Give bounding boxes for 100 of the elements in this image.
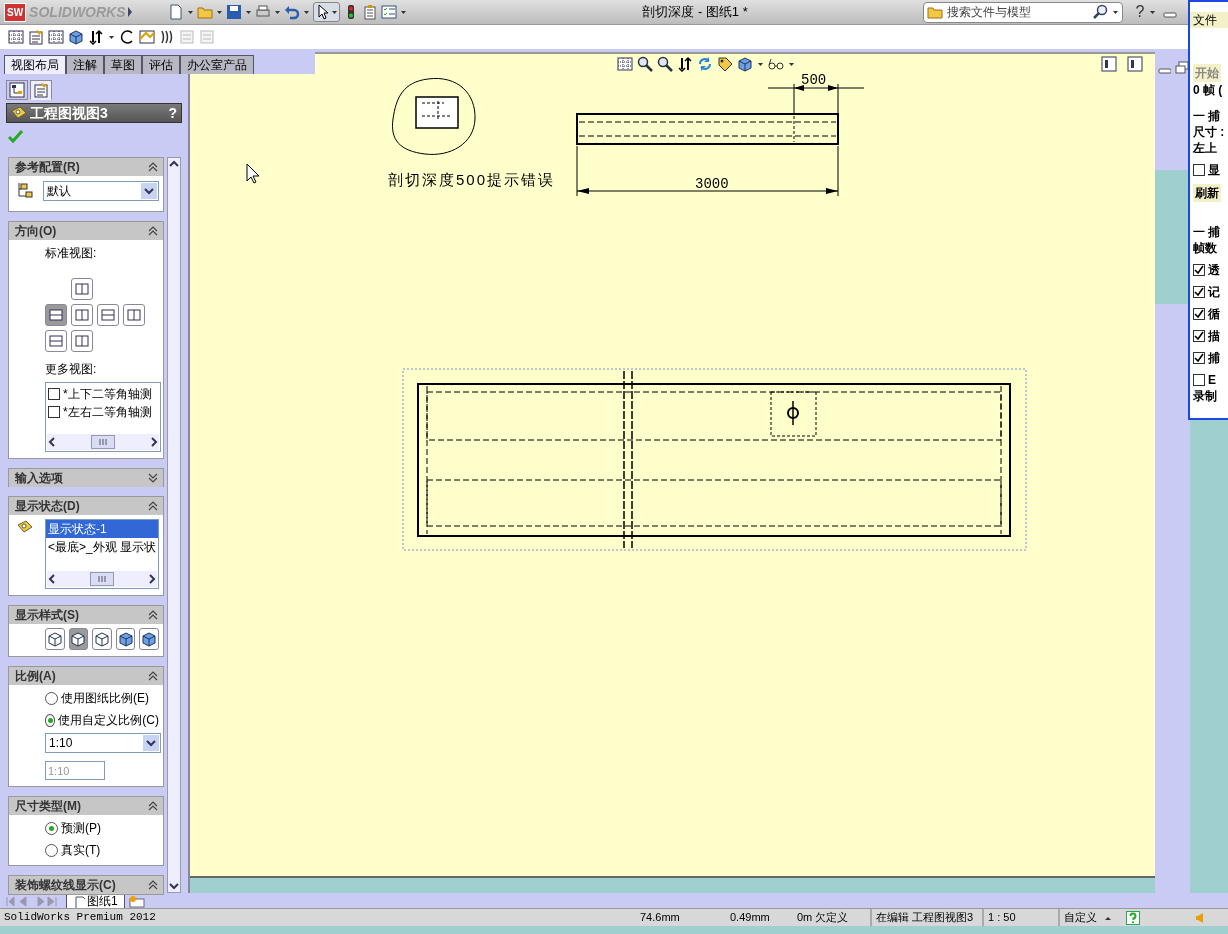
refresh-button[interactable]: 刷新: [1193, 184, 1221, 202]
view-orientation-button[interactable]: [45, 304, 67, 326]
checkbox[interactable]: [48, 406, 60, 418]
field-label: 标准视图:: [45, 245, 98, 262]
checkbox[interactable]: [1193, 264, 1205, 276]
collapse-chevron-icon[interactable]: [147, 499, 159, 513]
select-button[interactable]: [313, 2, 340, 22]
display-style-button[interactable]: [45, 628, 65, 650]
vertical-scrollbar[interactable]: [167, 157, 181, 893]
list-item[interactable]: 显示状态-1: [46, 520, 159, 538]
collapse-chevron-icon[interactable]: [147, 160, 159, 174]
clipboard-icon[interactable]: [362, 4, 378, 20]
add-sheet-icon[interactable]: [126, 895, 147, 908]
command-tab[interactable]: 视图布局: [4, 55, 66, 74]
display-style-button[interactable]: [92, 628, 112, 650]
view-name: *左右二等角轴测: [63, 404, 152, 421]
dropdown-caret-icon: [143, 185, 155, 197]
glasses-icon[interactable]: [768, 56, 784, 72]
dropdown-field[interactable]: 1:10: [45, 733, 161, 753]
dimension-text: 500: [801, 74, 827, 88]
collapse-chevron-icon[interactable]: [147, 669, 159, 683]
save-icon[interactable]: [226, 4, 242, 20]
grid-view-icon[interactable]: [8, 29, 24, 45]
panel-icon[interactable]: [617, 56, 633, 72]
flip-arrows-icon[interactable]: [88, 29, 104, 45]
horizontal-scrollbar[interactable]: [47, 434, 159, 450]
checkbox[interactable]: [1193, 374, 1205, 386]
option-label: 真实(T): [61, 842, 101, 859]
radio-button[interactable]: [45, 821, 58, 835]
logo-mark: SW: [4, 2, 27, 22]
help-icon[interactable]: [1126, 910, 1140, 925]
cube-icon: [46, 631, 63, 647]
folder-icon: [927, 4, 943, 20]
scroll-thumb-icon[interactable]: [91, 435, 115, 449]
command-tab[interactable]: 办公室产品: [180, 55, 254, 74]
undo-icon[interactable]: [284, 4, 300, 20]
display-state-list[interactable]: 显示状态-1 <最底>_外观 显示状: [45, 519, 160, 589]
section-title: 尺寸类型(M): [15, 798, 81, 815]
status-text: SolidWorks Premium 2012: [3, 910, 157, 926]
refresh-icon[interactable]: [697, 56, 713, 72]
coordinate-text: 74.6mm: [640, 910, 681, 926]
command-tab[interactable]: 评估: [142, 55, 180, 74]
command-tab[interactable]: 注解: [66, 55, 104, 74]
checklist-icon[interactable]: [381, 4, 397, 20]
view-orientation-button[interactable]: [71, 278, 93, 300]
arc-icon[interactable]: [119, 29, 135, 45]
field-label: 更多视图:: [45, 361, 98, 378]
wave-lines-icon[interactable]: [159, 29, 175, 45]
tag-icon[interactable]: [717, 56, 733, 72]
view-orientation-button[interactable]: [123, 304, 145, 326]
tile-left-icon[interactable]: [1101, 56, 1117, 72]
view-orientation-button[interactable]: [45, 330, 67, 352]
cube-icon[interactable]: [737, 56, 753, 72]
checkbox[interactable]: [48, 388, 60, 400]
new-document-icon[interactable]: [168, 4, 184, 20]
expand-chevron-icon[interactable]: [147, 471, 159, 485]
status-text: 欠定义: [815, 910, 849, 926]
display-style-button[interactable]: [68, 628, 89, 650]
tile-right-icon[interactable]: [1127, 56, 1143, 72]
view-orientation-button[interactable]: [97, 304, 119, 326]
command-tab[interactable]: 草图: [104, 55, 142, 74]
views-list[interactable]: *上下二等角轴测 *左右二等角轴测: [45, 382, 161, 452]
help-button[interactable]: ?: [1131, 0, 1149, 24]
restore-icon[interactable]: [1174, 60, 1190, 76]
checkbox[interactable]: [1193, 308, 1205, 320]
scroll-thumb-icon[interactable]: [90, 572, 114, 586]
checkbox[interactable]: [1193, 286, 1205, 298]
view-outline-icon: [75, 282, 89, 296]
panel-tab[interactable]: [6, 80, 28, 100]
printer-icon[interactable]: [255, 4, 271, 20]
horizontal-scrollbar[interactable]: [47, 571, 158, 587]
view-orientation-button[interactable]: [71, 330, 93, 352]
help-button[interactable]: ?: [168, 102, 177, 124]
cursor-icon: [246, 163, 260, 184]
menu-item[interactable]: 文件: [1190, 12, 1228, 28]
arrows-icon[interactable]: [677, 56, 693, 72]
zoom-area-icon[interactable]: [657, 56, 673, 72]
radio-button[interactable]: [45, 713, 56, 727]
checkbox[interactable]: [1193, 164, 1205, 176]
list-item[interactable]: <最底>_外观 显示状: [46, 538, 159, 556]
search-box[interactable]: 搜索文件与模型: [923, 1, 1123, 23]
display-style-button[interactable]: [115, 628, 136, 650]
radio-button[interactable]: [45, 691, 58, 705]
zoom-icon[interactable]: [637, 56, 653, 72]
display-style-button[interactable]: [139, 628, 159, 650]
ok-check-icon[interactable]: [8, 129, 24, 145]
collapse-chevron-icon[interactable]: [147, 878, 159, 892]
cube-icon[interactable]: [68, 29, 84, 45]
search-icon[interactable]: [1092, 4, 1108, 20]
radio-button[interactable]: [45, 843, 58, 857]
checkbox[interactable]: [1193, 330, 1205, 342]
view-orientation-button[interactable]: [71, 304, 93, 326]
checkbox[interactable]: [1193, 352, 1205, 364]
field-label: 左上: [1193, 140, 1218, 156]
dropdown-field[interactable]: 默认: [43, 181, 159, 201]
collapse-chevron-icon[interactable]: [147, 799, 159, 813]
collapse-chevron-icon[interactable]: [147, 608, 159, 622]
option-label: 捕: [1208, 350, 1220, 366]
collapse-chevron-icon[interactable]: [147, 224, 159, 238]
properties-icon[interactable]: [28, 29, 44, 45]
